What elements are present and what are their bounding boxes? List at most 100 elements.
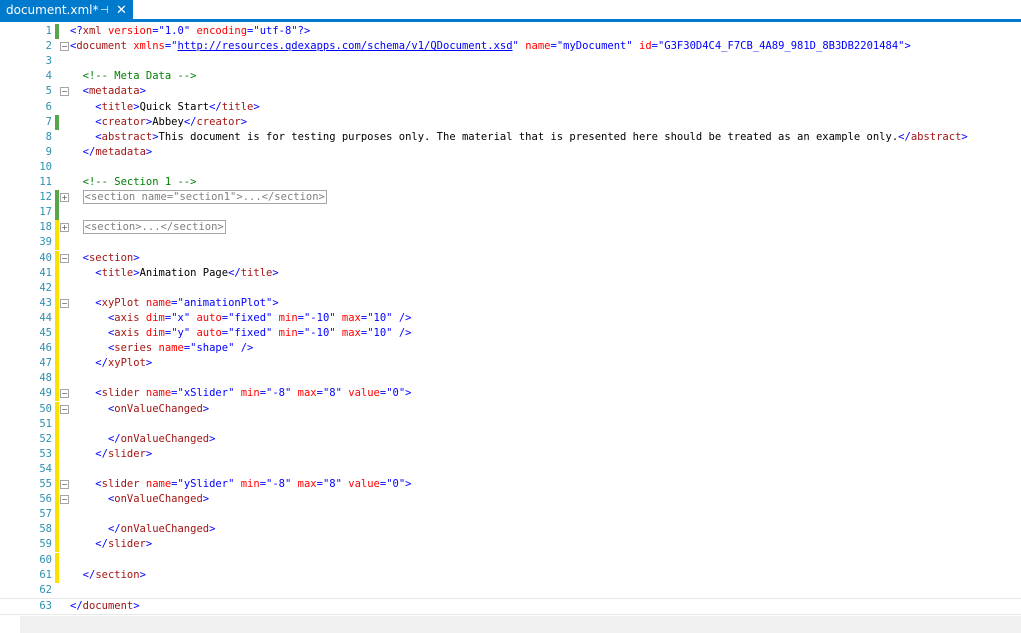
code-line[interactable]: 45 <axis dim="y" auto="fixed" min="-10" … [0,326,1021,341]
code-line[interactable]: 61 </section> [0,567,1021,583]
collapse-icon[interactable]: − [60,298,69,308]
code-text: <slider name="ySlider" min="-8" max="8" … [70,477,411,492]
line-number: 46 [39,342,52,355]
change-marker [55,190,59,206]
line-number: 60 [39,553,52,566]
collapse-icon[interactable]: − [60,42,69,52]
expand-icon[interactable]: + [60,223,69,233]
line-number: 57 [39,508,52,521]
change-marker [55,310,59,326]
code-token: value [341,478,380,490]
code-token: > [133,599,140,612]
code-line[interactable]: 44 <axis dim="x" auto="fixed" min="-10" … [0,310,1021,326]
code-line[interactable]: 3 [0,54,1021,69]
code-line[interactable]: 47 </xyPlot> [0,356,1021,372]
code-token: "ySlider" [177,478,235,490]
line-number: 5 [45,85,52,98]
code-line[interactable]: 63 </document> [0,597,1021,615]
code-line[interactable]: 40− <section> [0,250,1021,266]
tab-document-xml[interactable]: document.xml* ⊣ ✕ [0,0,133,21]
code-line[interactable]: 56− <onValueChanged> [0,492,1021,508]
code-line[interactable]: 52 </onValueChanged> [0,431,1021,447]
line-number: 11 [39,176,52,188]
code-line[interactable]: 60 [0,552,1021,568]
collapse-icon[interactable]: − [60,253,69,263]
code-line[interactable]: 12 + <section name="section1">...</sectio… [0,190,1021,206]
code-line[interactable]: 48 [0,371,1021,387]
code-token: title [240,266,273,279]
code-editor[interactable]: 1 <?xml version="1.0" encoding="utf-8"?> 2… [0,22,1021,633]
code-line[interactable]: 54 [0,461,1021,477]
code-line[interactable]: 9 </metadata> [0,145,1021,160]
line-number: 39 [39,236,52,249]
line-number: 8 [45,130,52,143]
collapse-icon[interactable]: − [60,87,69,97]
code-token: creator [101,115,146,128]
collapse-icon[interactable]: − [60,480,69,489]
code-token: This document is for testing purposes on… [158,130,899,143]
code-token: min [272,311,298,324]
code-line[interactable]: 17 [0,205,1021,221]
collapse-icon[interactable]: − [60,495,69,505]
collapse-icon[interactable]: − [60,389,69,399]
change-marker [55,492,59,508]
code-line[interactable]: 41 <title>Animation Page</title> [0,265,1021,281]
code-line[interactable]: 55− <slider name="ySlider" min="-8" max=… [0,477,1021,492]
code-line[interactable]: 50− <onValueChanged> [0,401,1021,417]
code-line[interactable]: 18 + <section>...</section> [0,220,1021,236]
code-line[interactable]: 4 <!-- Meta Data --> [0,69,1021,84]
collapsed-region[interactable]: <section name="section1">...</section> [82,190,327,205]
code-line[interactable]: 5− <metadata> [0,84,1021,99]
code-line[interactable]: 1 <?xml version="1.0" encoding="utf-8"?> [0,24,1021,39]
code-line[interactable]: 58 </onValueChanged> [0,522,1021,538]
collapse-icon[interactable]: − [60,404,69,414]
code-line[interactable]: 2− <document xmlns="http://resources.qdex… [0,39,1021,54]
code-token: onValueChanged [120,523,210,536]
code-line[interactable]: 10 [0,160,1021,175]
code-line[interactable]: 46 <series name="shape" /> [0,341,1021,357]
code-line[interactable]: 8 <abstract>This document is for testing… [0,130,1021,145]
code-line[interactable]: 49− <slider name="xSlider" min="-8" max=… [0,386,1021,402]
code-token: "fixed" [228,327,273,339]
horizontal-scrollbar[interactable] [20,616,1021,633]
code-line[interactable]: 51 [0,416,1021,432]
code-text: </onValueChanged> [70,432,216,447]
change-marker [55,416,59,432]
code-line[interactable]: 42 [0,280,1021,296]
expand-icon[interactable]: + [60,193,69,203]
tab-strip: document.xml* ⊣ ✕ [0,0,1021,22]
code-token: name [139,478,172,490]
code-line[interactable]: 11 <!-- Section 1 --> [0,175,1021,190]
code-line[interactable]: 43− <xyPlot name="animationPlot"> [0,295,1021,311]
pin-icon[interactable]: ⊣ [100,0,109,21]
code-text: <section> [70,251,140,266]
close-icon[interactable]: ✕ [116,0,127,21]
code-text: <onValueChanged> [70,492,209,507]
code-token: Animation Page [139,266,229,279]
collapsed-region[interactable]: <section>...</section> [82,220,226,235]
code-line[interactable]: 59 </slider> [0,537,1021,553]
code-text: <abstract>This document is for testing p… [70,130,967,145]
code-line[interactable]: 39 [0,235,1021,251]
schema-link[interactable]: http://resources.qdexapps.com/schema/v1/… [178,40,513,52]
code-token: name [139,387,172,400]
code-token: </ [183,115,197,128]
change-marker [55,477,59,492]
code-line[interactable]: 57 [0,507,1021,523]
change-marker [55,567,59,583]
code-line[interactable]: 53 </slider> [0,446,1021,462]
code-line[interactable]: 62 [0,583,1021,598]
line-number: 4 [45,70,52,83]
code-line[interactable]: 6 <title>Quick Start</title> [0,100,1021,115]
code-token: "1.0" [158,25,191,37]
code-line[interactable]: 7 <creator>Abbey</creator> [0,114,1021,130]
code-token: metadata [95,145,146,158]
change-marker [55,235,59,251]
